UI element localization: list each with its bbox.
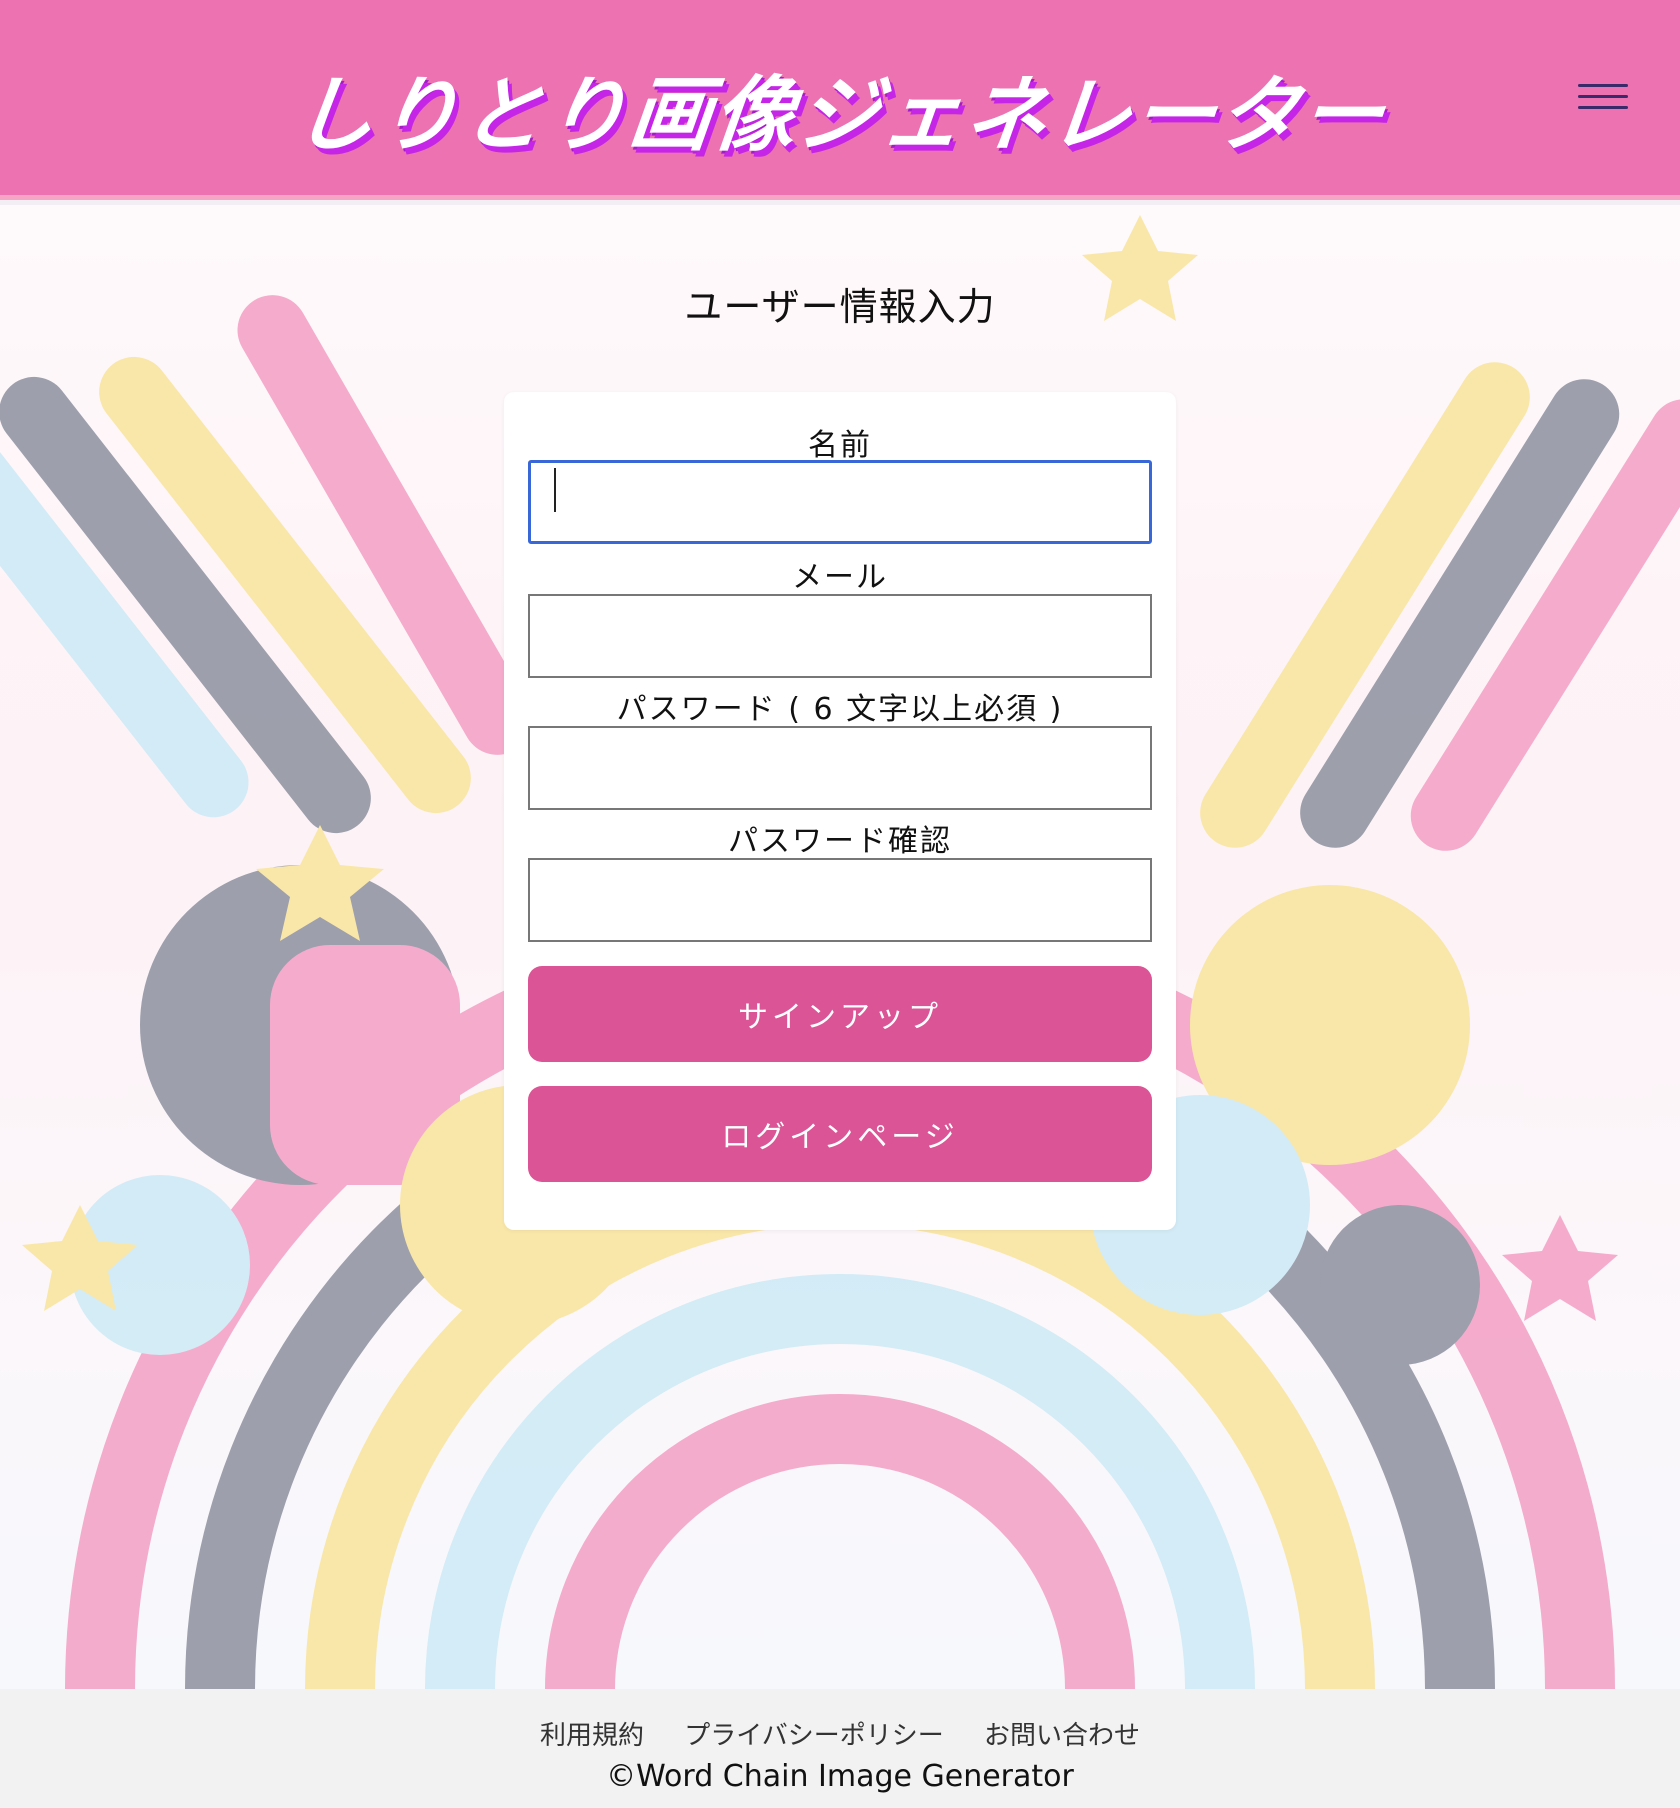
footer-links: 利用規約 プライバシーポリシー お問い合わせ (0, 1715, 1680, 1752)
password-confirm-label: パスワード確認 (728, 824, 952, 859)
password-label: パスワード ( 6 文字以上必須 ) (616, 692, 1064, 727)
name-input[interactable] (528, 460, 1152, 544)
site-footer: 利用規約 プライバシーポリシー お問い合わせ ©Word Chain Image… (0, 1689, 1680, 1808)
login-page-button[interactable]: ログインページ (528, 1086, 1152, 1182)
password-input[interactable] (528, 726, 1152, 810)
password-confirm-input[interactable] (528, 858, 1152, 942)
signup-button[interactable]: サインアップ (528, 966, 1152, 1062)
contact-link[interactable]: お問い合わせ (984, 1721, 1140, 1751)
text-caret (554, 468, 556, 512)
site-title: しりとり画像ジェネレーター (288, 68, 1391, 163)
email-input[interactable] (528, 594, 1152, 678)
terms-link[interactable]: 利用規約 (540, 1721, 644, 1751)
privacy-policy-link[interactable]: プライバシーポリシー (684, 1721, 943, 1751)
site-header: しりとり画像ジェネレーター (0, 0, 1680, 200)
copyright: ©Word Chain Image Generator (606, 1759, 1074, 1794)
hamburger-menu-icon[interactable] (1578, 80, 1632, 118)
page-title: ユーザー情報入力 (684, 285, 996, 329)
email-label: メール (792, 560, 888, 595)
signup-form: 名前 メール パスワード ( 6 文字以上必須 ) パスワード確認 サインアップ… (504, 392, 1176, 1230)
name-label: 名前 (808, 428, 872, 463)
